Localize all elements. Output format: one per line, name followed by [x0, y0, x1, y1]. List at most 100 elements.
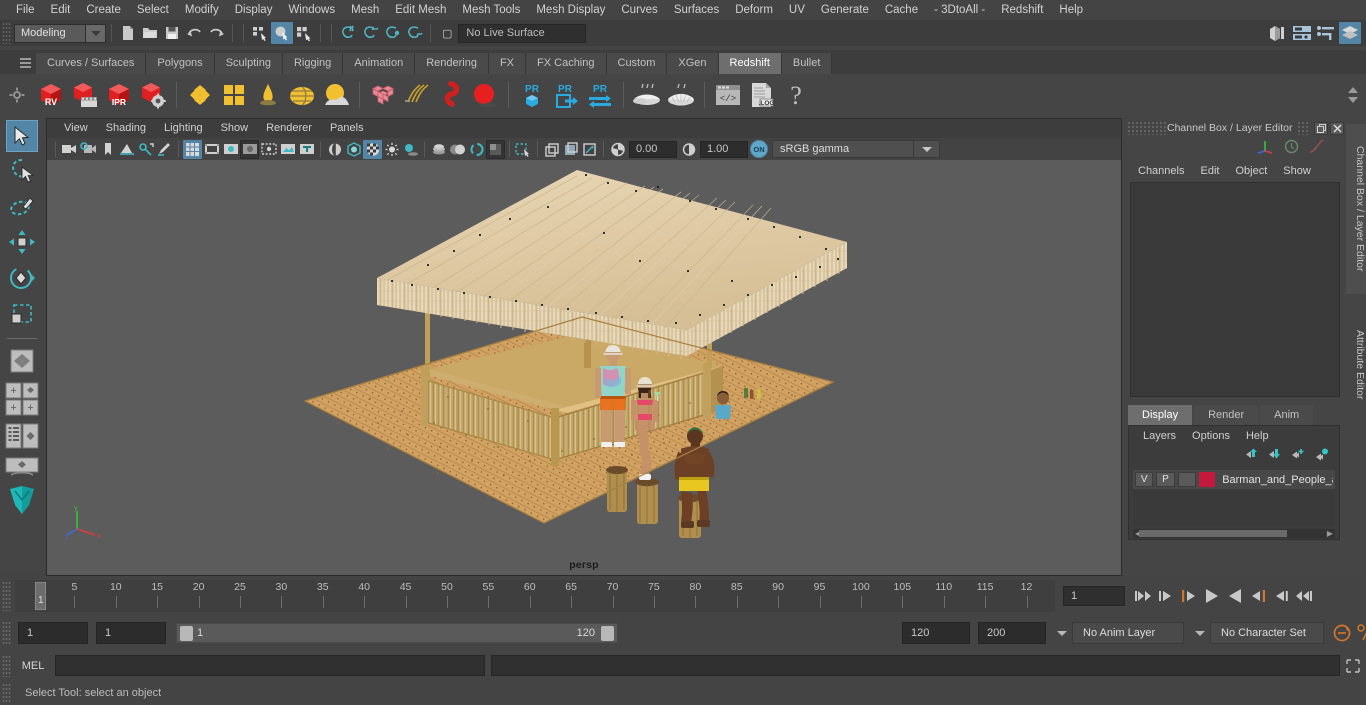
menu-item-edit[interactable]: Edit: [43, 0, 79, 20]
use-default-lighting-icon[interactable]: [382, 140, 401, 159]
play-backwards-icon[interactable]: [1202, 585, 1222, 607]
image-plane-icon[interactable]: [117, 140, 136, 159]
clock-icon[interactable]: [1284, 139, 1299, 159]
quick-layout-panes[interactable]: + + +: [5, 379, 39, 419]
menu-item-generate[interactable]: Generate: [813, 0, 877, 20]
shelf-tab-rendering[interactable]: Rendering: [415, 53, 489, 74]
snap-projected-icon[interactable]: [403, 22, 425, 44]
grid-icon[interactable]: [183, 139, 202, 159]
layer-list-scrollbar[interactable]: ◀ ▶: [1133, 529, 1335, 538]
gate-mask-icon[interactable]: [240, 139, 259, 159]
xray-icon[interactable]: [542, 140, 561, 159]
layer-name[interactable]: Barman_and_People_a: [1222, 474, 1333, 486]
contrast-icon[interactable]: [679, 140, 698, 159]
smooth-shade-all-icon[interactable]: [344, 140, 363, 159]
shelf-tab-sculpting[interactable]: Sculpting: [214, 53, 283, 74]
exposure-icon[interactable]: [608, 140, 627, 159]
move-layer-up-icon[interactable]: [1245, 448, 1260, 466]
command-line-grip[interactable]: [2, 654, 11, 677]
redshift-environment-icon[interactable]: [319, 78, 353, 112]
range-right-handle[interactable]: [601, 626, 614, 641]
character-set-chevron-down-icon[interactable]: [1190, 622, 1210, 644]
new-scene-icon[interactable]: [117, 22, 139, 44]
shelf-tab-xgen[interactable]: XGen: [667, 53, 719, 74]
new-layer-from-selected-icon[interactable]: [1314, 448, 1329, 466]
step-forward-keyframe-icon[interactable]: [1271, 585, 1291, 607]
menu-item-curves[interactable]: Curves: [613, 0, 665, 20]
menu-item-mesh-tools[interactable]: Mesh Tools: [454, 0, 528, 20]
layer-menu-options[interactable]: Options: [1184, 430, 1238, 442]
status-line-grip[interactable]: [2, 22, 11, 44]
channel-box-list[interactable]: [1130, 182, 1340, 397]
field-chart-icon[interactable]: [259, 140, 278, 159]
axis-gizmo-icon[interactable]: [1257, 139, 1274, 159]
layer-editor-tab-anim[interactable]: Anim: [1260, 405, 1314, 425]
step-back-keyframe-icon[interactable]: [1156, 585, 1176, 607]
range-slider[interactable]: 1 120: [176, 623, 618, 643]
redshift-material-icon[interactable]: [183, 78, 217, 112]
go-to-start-icon[interactable]: [1133, 585, 1153, 607]
redshift-help-icon[interactable]: ?: [779, 78, 813, 112]
channel-box-menu-show[interactable]: Show: [1275, 165, 1319, 177]
menu-item-cache[interactable]: Cache: [877, 0, 926, 20]
menu-item-surfaces[interactable]: Surfaces: [666, 0, 727, 20]
redshift-light-icon[interactable]: [251, 78, 285, 112]
redshift-pr-cube-icon[interactable]: PR: [515, 78, 549, 112]
select-camera-icon[interactable]: [60, 140, 79, 159]
help-line-grip[interactable]: [2, 683, 11, 703]
side-tab-attribute-editor[interactable]: Attribute Editor: [1346, 300, 1366, 430]
move-tool[interactable]: [5, 224, 39, 260]
layer-editor-tab-display[interactable]: Display: [1128, 405, 1193, 425]
redshift-material-blender-icon[interactable]: [217, 78, 251, 112]
snap-grid-icon[interactable]: [337, 22, 359, 44]
layer-menu-layers[interactable]: Layers: [1135, 430, 1184, 442]
exposure-value-field[interactable]: 0.00: [629, 140, 677, 158]
redshift-script-icon[interactable]: </>: [711, 78, 745, 112]
viewport-menu-shading[interactable]: Shading: [97, 119, 155, 138]
shelf-tab-custom[interactable]: Custom: [606, 53, 668, 74]
shelf-tab-bullet[interactable]: Bullet: [781, 53, 833, 74]
grease-pencil-icon[interactable]: [155, 140, 174, 159]
step-back-frame-icon[interactable]: [1179, 585, 1199, 607]
go-to-end-icon[interactable]: [1294, 585, 1314, 607]
chevron-down-icon[interactable]: [85, 24, 105, 42]
expand-script-editor-icon[interactable]: [1344, 657, 1362, 675]
show-hide-tool-settings-icon[interactable]: [1315, 22, 1337, 44]
redshift-bake-set-icon[interactable]: [664, 78, 698, 112]
shelf-menu-icon[interactable]: [14, 52, 36, 74]
redshift-dome-light-icon[interactable]: [285, 78, 319, 112]
menu-item-file[interactable]: File: [8, 0, 43, 20]
rotate-tool[interactable]: [5, 260, 39, 296]
xray-joints-icon[interactable]: [561, 140, 580, 159]
snap-curve-icon[interactable]: [359, 22, 381, 44]
redshift-volume-icon[interactable]: [434, 78, 468, 112]
anim-layer-select[interactable]: No Anim Layer: [1072, 622, 1184, 644]
menu-item-redshift[interactable]: Redshift: [993, 0, 1051, 20]
redshift-ipr-icon[interactable]: IPR: [102, 78, 136, 112]
panel-drag-handle[interactable]: [1127, 121, 1167, 135]
select-hierarchy-icon[interactable]: [249, 22, 271, 44]
multisample-aa-icon[interactable]: [467, 140, 486, 159]
paint-select-tool[interactable]: [5, 188, 39, 224]
layer-color-swatch[interactable]: [1198, 472, 1216, 487]
show-hide-modeling-toolkit-icon[interactable]: [1267, 22, 1289, 44]
side-tab-channel-box[interactable]: Channel Box / Layer Editor: [1346, 124, 1366, 294]
quick-layout-outliner[interactable]: [5, 419, 39, 453]
layer-menu-help[interactable]: Help: [1238, 430, 1277, 442]
shelf-tab-animation[interactable]: Animation: [343, 53, 416, 74]
redshift-render-view-icon[interactable]: RV: [34, 78, 68, 112]
redshift-pr-transfer-icon[interactable]: PR: [583, 78, 617, 112]
time-slider-cursor[interactable]: 1: [35, 582, 46, 610]
redo-icon[interactable]: [205, 22, 227, 44]
scrollbar-thumb[interactable]: [1139, 530, 1287, 537]
depth-of-field-icon[interactable]: [486, 139, 505, 159]
menu-item-display[interactable]: Display: [227, 0, 281, 20]
animation-preferences-icon[interactable]: [1354, 622, 1366, 644]
menu-item-uv[interactable]: UV: [781, 0, 813, 20]
shelf-tab-redshift[interactable]: Redshift: [718, 53, 782, 74]
redshift-log-icon[interactable]: .LOG: [745, 78, 779, 112]
layer-visibility-toggle[interactable]: V: [1135, 472, 1154, 487]
xray-active-components-icon[interactable]: [580, 140, 599, 159]
range-end-field[interactable]: 120: [902, 622, 970, 644]
snap-point-icon[interactable]: [381, 22, 403, 44]
